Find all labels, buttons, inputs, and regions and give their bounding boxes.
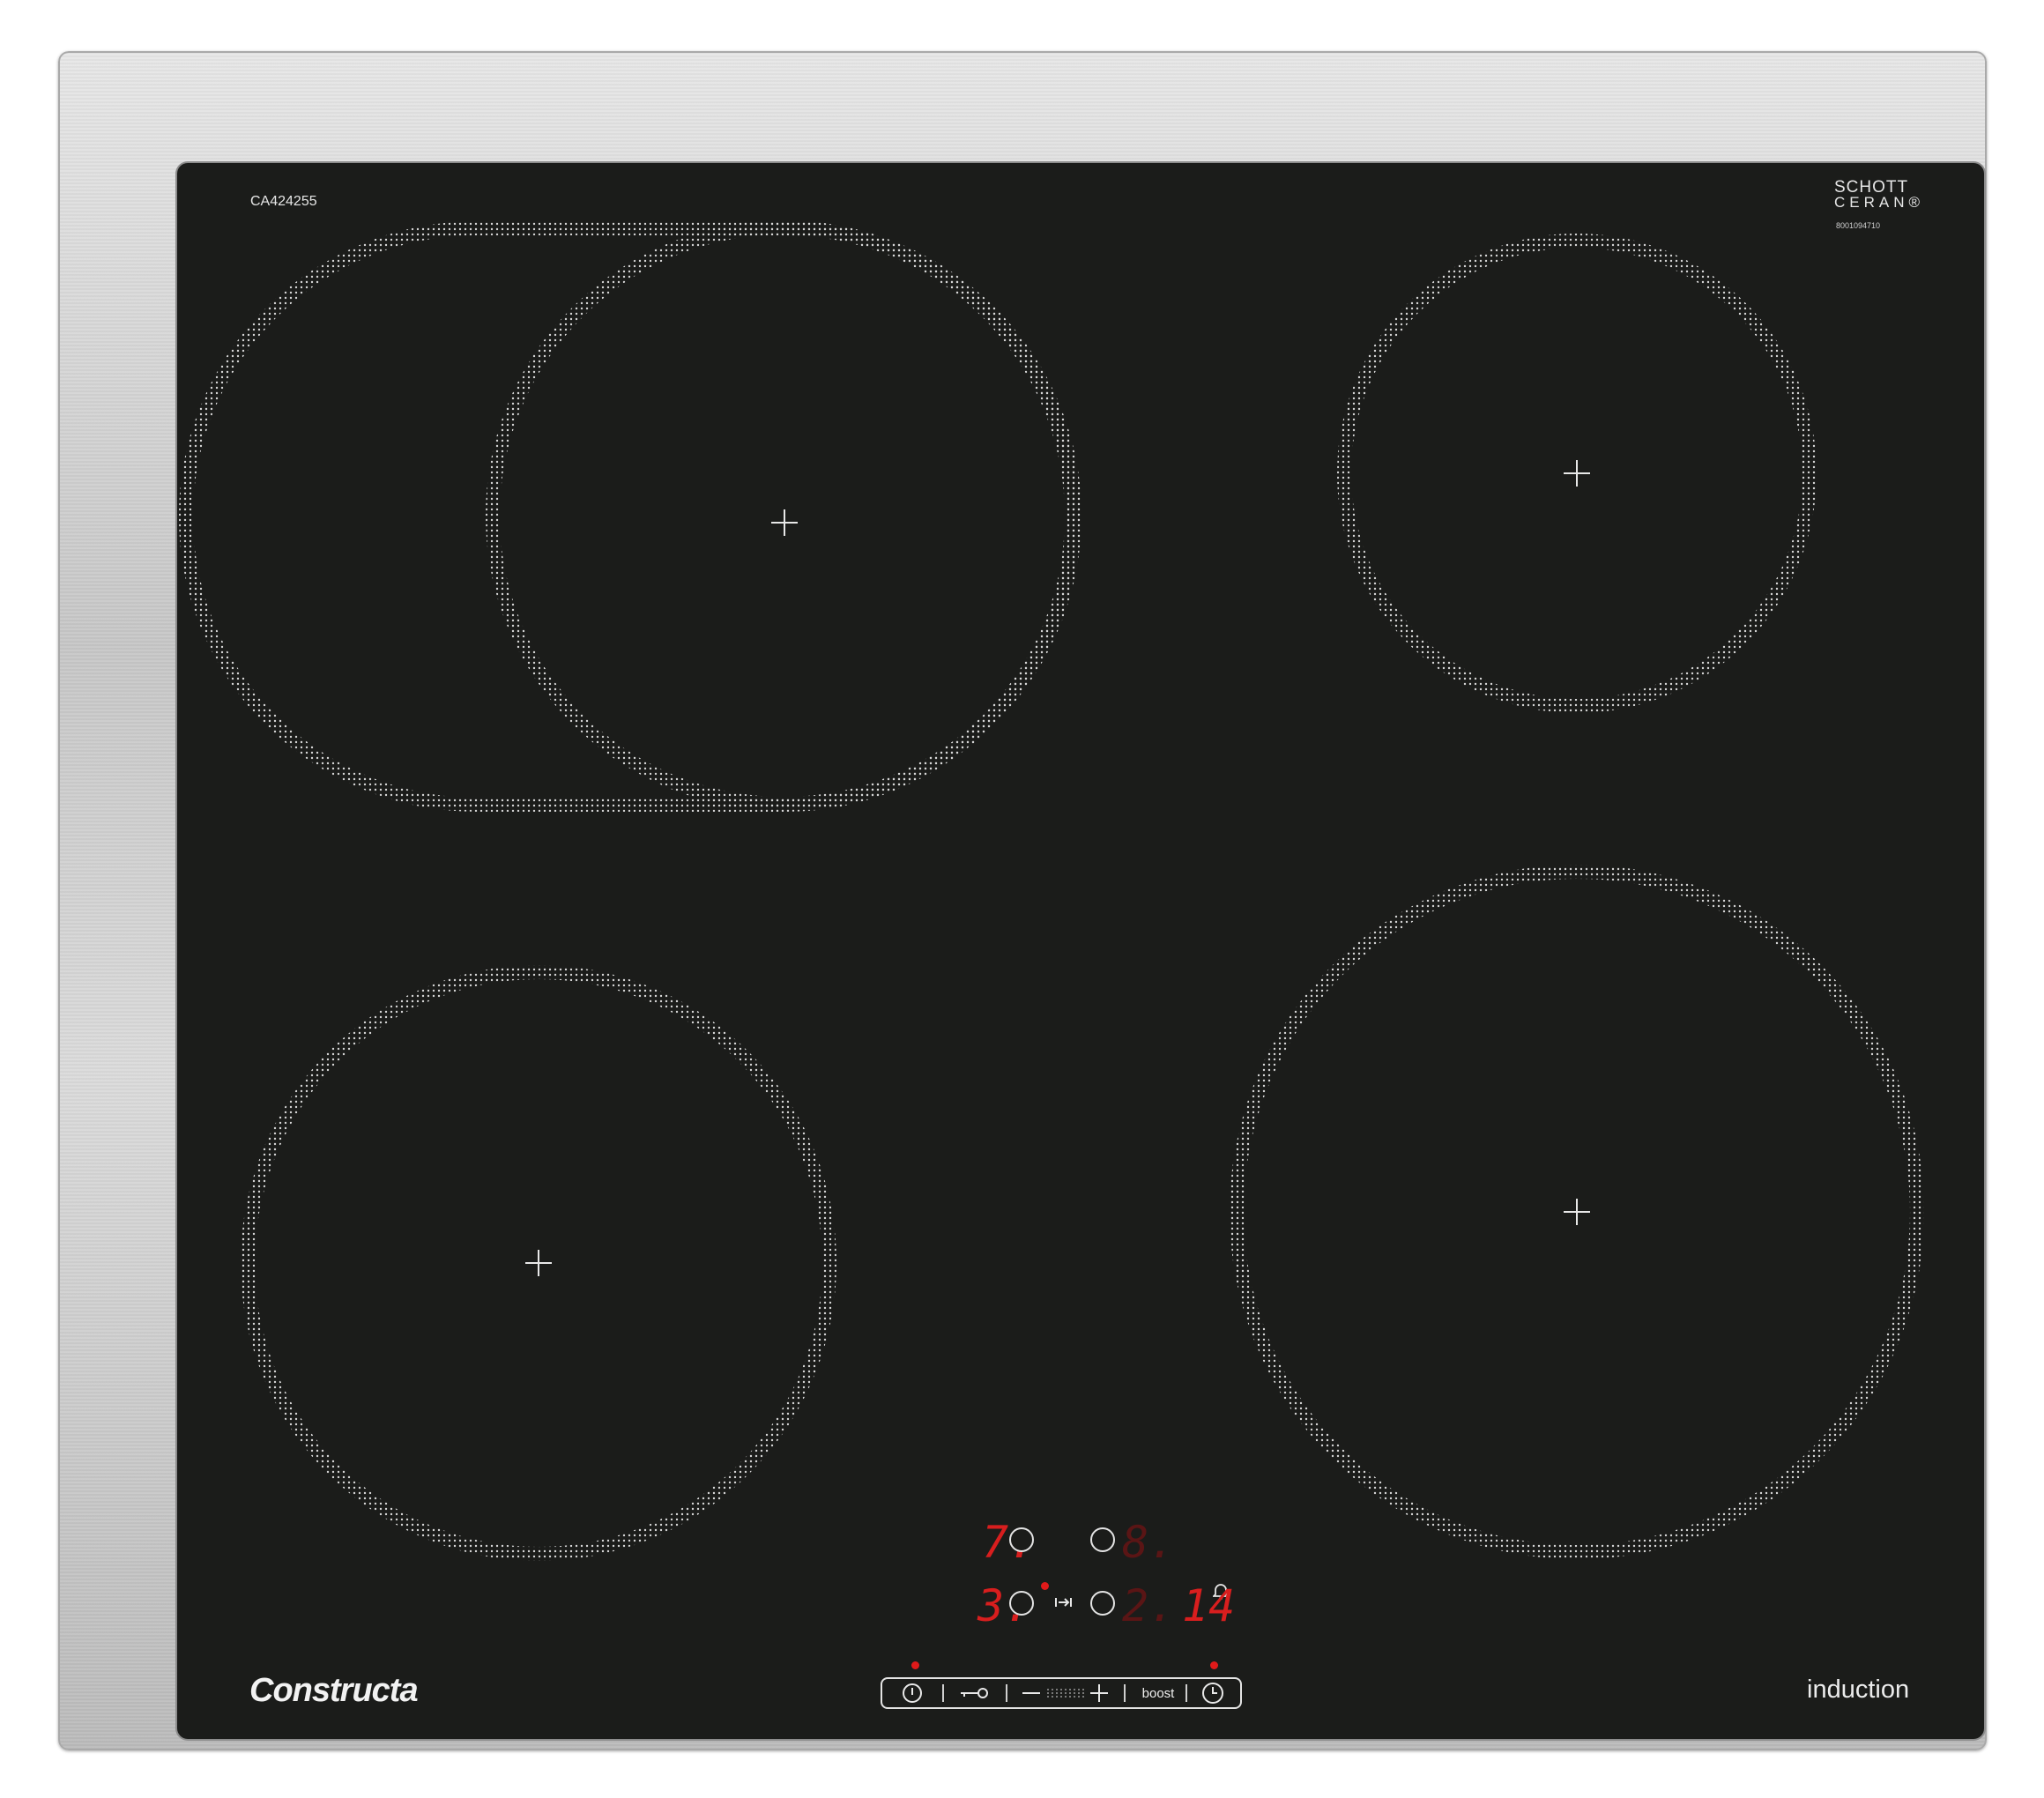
- zone-selector-icon[interactable]: [1090, 1527, 1115, 1552]
- control-separator: [1124, 1684, 1126, 1702]
- clock-icon: [1202, 1683, 1223, 1704]
- ceramic-glass-surface: CA424255 SCHOTT CERAN® 8001094710 Constr…: [177, 163, 1984, 1739]
- crosshair-icon: [1564, 1199, 1590, 1225]
- zone-front-right[interactable]: [1230, 865, 1924, 1559]
- zone-selector-icon[interactable]: [1009, 1527, 1034, 1552]
- zone-selector-icon[interactable]: [1090, 1591, 1115, 1616]
- power-icon: [903, 1683, 922, 1703]
- boost-label: boost: [1141, 1685, 1175, 1701]
- control-separator: [1186, 1684, 1187, 1702]
- crosshair-icon: [525, 1250, 552, 1276]
- zone-front-left[interactable]: [241, 965, 836, 1561]
- rear-right-level-display: 8.: [1122, 1517, 1176, 1568]
- active-indicator-dot: [1041, 1582, 1049, 1590]
- glass-brand-line2: CERAN®: [1834, 194, 1925, 211]
- boost-button[interactable]: boost: [1131, 1679, 1186, 1707]
- cooking-zones-layer: [179, 220, 1924, 1561]
- minus-icon: [1022, 1692, 1040, 1694]
- child-lock-button[interactable]: [955, 1679, 993, 1707]
- timer-indicator-dot: [1210, 1661, 1218, 1669]
- zone-rear-right[interactable]: [1337, 234, 1817, 713]
- plus-icon: [1090, 1684, 1108, 1702]
- key-lock-icon: [961, 1688, 988, 1698]
- skip-arrow-icon: [1055, 1598, 1072, 1607]
- stainless-frame: CA424255 SCHOTT CERAN® 8001094710 Constr…: [58, 51, 1987, 1750]
- crosshair-icon: [771, 509, 798, 536]
- power-button[interactable]: [898, 1679, 926, 1707]
- timer-button[interactable]: [1198, 1679, 1228, 1707]
- induction-label: induction: [1807, 1675, 1910, 1704]
- zone-rear-left[interactable]: [179, 220, 1081, 812]
- crosshair-icon: [1564, 460, 1590, 487]
- minus-button[interactable]: [1015, 1679, 1048, 1707]
- front-right-level-display: 2.: [1122, 1580, 1176, 1631]
- slider-dots[interactable]: [1046, 1688, 1085, 1698]
- model-number: CA424255: [250, 194, 317, 209]
- plus-button[interactable]: [1083, 1679, 1115, 1707]
- zone-rear-left-oval-outline: [179, 221, 1079, 812]
- control-separator: [1006, 1684, 1007, 1702]
- zone-selector-icon[interactable]: [1009, 1591, 1034, 1616]
- brand-logo: Constructa: [249, 1672, 419, 1709]
- power-indicator-dot: [911, 1661, 919, 1669]
- timer-display: 14: [1182, 1580, 1236, 1631]
- serial-number: 8001094710: [1836, 221, 1881, 230]
- touch-control-bar: boost: [881, 1677, 1242, 1709]
- control-separator: [942, 1684, 944, 1702]
